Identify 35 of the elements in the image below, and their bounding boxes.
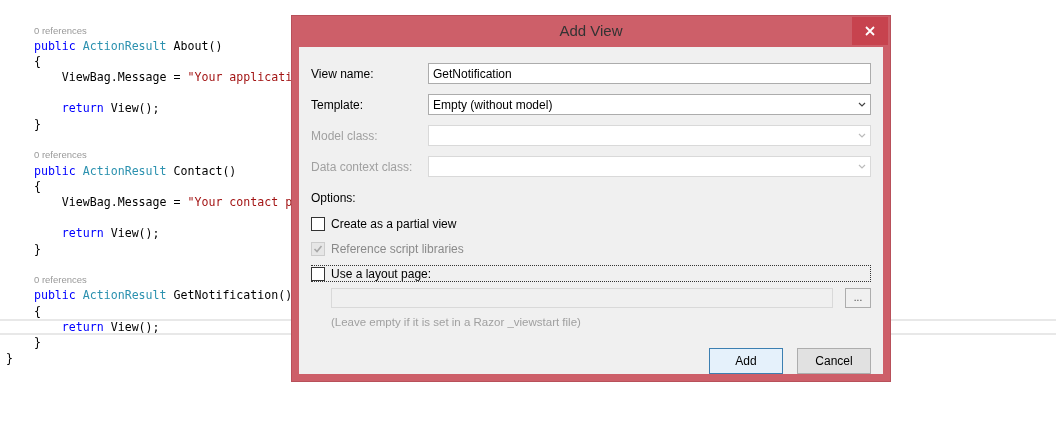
options-label: Options: [311, 190, 357, 207]
close-button[interactable] [852, 17, 888, 45]
dialog-button[interactable]: Add [709, 348, 783, 375]
code-line: public ActionResult GetNotification() [32, 288, 293, 304]
code-line: public ActionResult Contact() [32, 163, 237, 179]
hint-text: (Leave empty if it is set in a Razor _viewstart file) [331, 315, 582, 330]
dialog-button[interactable]: Cancel [797, 348, 871, 375]
code-line: ViewBag.Message = "Your applicati [60, 70, 293, 86]
input-field[interactable]: GetNotification [428, 63, 871, 84]
code-line: return View(); [60, 101, 160, 117]
code-line: } [6, 350, 13, 366]
chevron-down-icon [858, 102, 866, 107]
code-line: { [32, 179, 41, 195]
checkbox-option[interactable]: Create as a partial view [311, 215, 871, 232]
code-line: } [32, 241, 41, 257]
dialog-title: Add View [559, 21, 623, 42]
code-line: { [32, 304, 41, 319]
chevron-down-icon [858, 164, 866, 169]
code-line: { [32, 54, 41, 70]
field-label: Template: [311, 96, 365, 114]
chevron-down-icon [858, 133, 866, 138]
code-line: } [32, 335, 41, 351]
field-label: View name: [311, 65, 375, 83]
code-line: ViewBag.Message = "Your contact p [60, 194, 293, 210]
close-icon [865, 26, 875, 36]
field-label: Data context class: [311, 158, 414, 176]
code-line: return View(); [60, 226, 160, 241]
code-line: public ActionResult About() [32, 38, 223, 54]
code-line: } [32, 116, 41, 132]
dropdown[interactable]: Empty (without model) [428, 94, 871, 115]
code-line: return View(); [60, 319, 160, 335]
field-label: Model class: [311, 127, 379, 145]
checkmark-icon [313, 243, 323, 254]
checkbox-option[interactable]: Use a layout page: [311, 265, 871, 282]
checkbox-option: Reference script libraries [311, 240, 871, 257]
